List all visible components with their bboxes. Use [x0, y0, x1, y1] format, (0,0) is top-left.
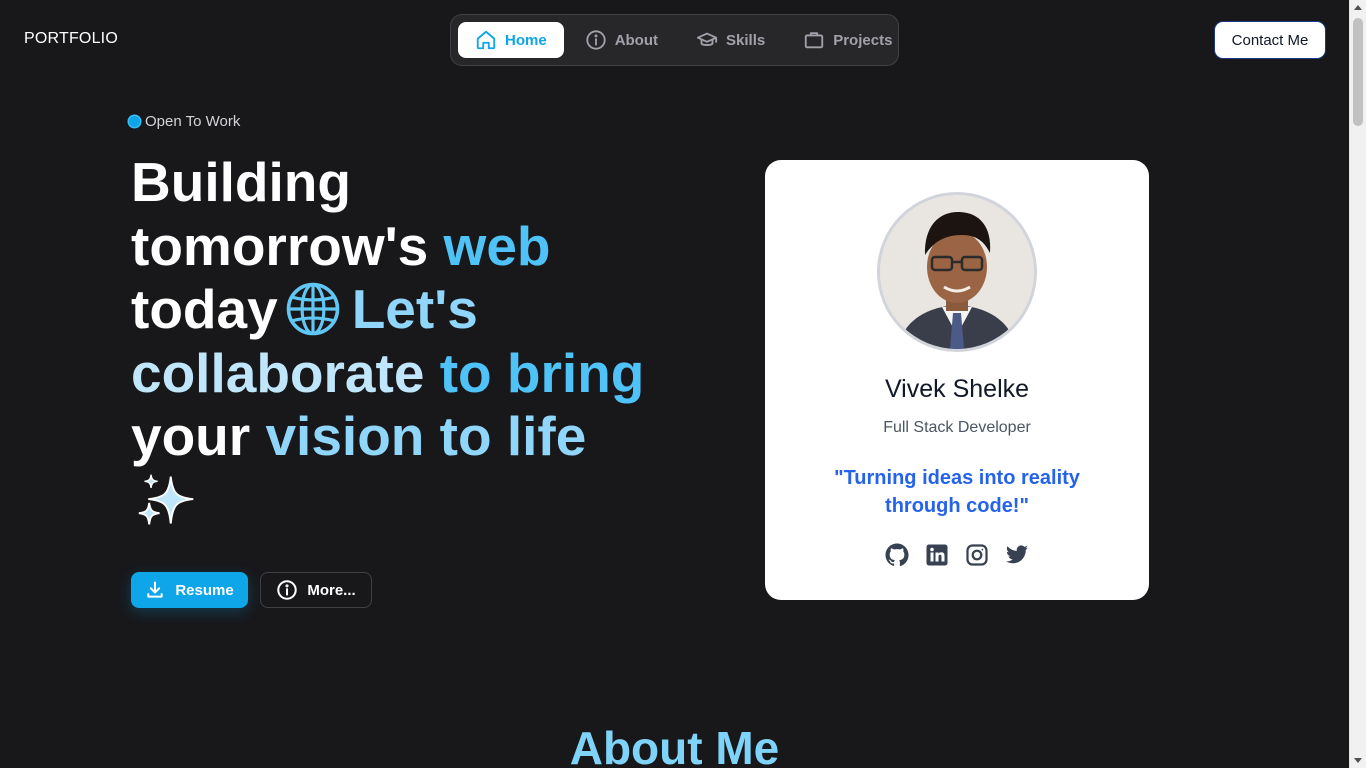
profile-quote: "Turning ideas into reality through code… [834, 467, 1080, 517]
profile-role: Full Stack Developer [883, 419, 1031, 436]
info-icon [277, 580, 298, 600]
page: PORTFOLIO Home About Skills Projects Con… [0, 0, 1349, 768]
nav-item-label: Skills [726, 31, 766, 49]
site-logo[interactable]: PORTFOLIO [24, 30, 118, 48]
resume-download-button[interactable]: Resume [131, 572, 248, 608]
main-navigation: Home About Skills Projects [450, 14, 899, 66]
social-links [765, 543, 1149, 567]
nav-item-home[interactable]: Home [458, 22, 564, 58]
briefcase-icon [805, 32, 824, 49]
headline-word: tomorrow's [131, 214, 429, 277]
linkedin-link[interactable] [925, 543, 949, 567]
page-scrollbar[interactable] [1349, 0, 1366, 768]
instagram-icon [966, 544, 988, 566]
headline-word: collaborate [131, 341, 425, 404]
headline-word: today [131, 278, 278, 340]
open-to-work-status: Open To Work [129, 113, 240, 130]
status-label: Open To Work [145, 113, 241, 130]
github-icon [885, 543, 909, 567]
scroll-up-arrow-icon[interactable] [1354, 5, 1362, 10]
nav-item-label: Projects [833, 31, 893, 49]
contact-me-button[interactable]: Contact Me [1214, 21, 1326, 59]
nav-item-label: Home [505, 31, 547, 49]
scroll-down-arrow-icon[interactable] [1354, 758, 1362, 763]
status-dot-icon [129, 116, 140, 127]
instagram-link[interactable] [965, 543, 989, 567]
profile-name: Vivek Shelke [884, 375, 1030, 403]
more-info-button[interactable]: More... [260, 572, 372, 608]
about-section-title: About Me [569, 722, 780, 768]
twitter-icon [1006, 545, 1028, 564]
headline-word: Building [131, 151, 351, 213]
graduation-cap-icon [696, 32, 718, 46]
info-icon [586, 30, 606, 50]
headline-word: your [131, 405, 251, 467]
sparkles-icon [138, 474, 194, 525]
more-button-label: More... [307, 581, 356, 599]
headline-word: Let's [351, 278, 478, 340]
nav-item-skills[interactable]: Skills [679, 22, 782, 58]
hero-headline: Building tomorrow's web today Let's coll… [131, 151, 691, 531]
nav-item-about[interactable]: About [568, 22, 675, 58]
profile-avatar [877, 192, 1037, 352]
linkedin-icon [926, 544, 948, 566]
headline-word: web [443, 214, 551, 277]
github-link[interactable] [885, 543, 909, 567]
twitter-link[interactable] [1005, 543, 1029, 567]
download-icon [147, 581, 163, 598]
nav-item-projects[interactable]: Projects [786, 22, 909, 58]
nav-item-label: About [614, 31, 659, 49]
resume-button-label: Resume [175, 581, 234, 599]
globe-icon [286, 282, 339, 336]
home-icon [476, 30, 496, 50]
scrollbar-thumb[interactable] [1353, 18, 1363, 126]
profile-card: Vivek Shelke Full Stack Developer "Turni… [765, 160, 1149, 600]
headline-word: vision to life [265, 405, 587, 467]
headline-word: to bring [439, 341, 645, 404]
